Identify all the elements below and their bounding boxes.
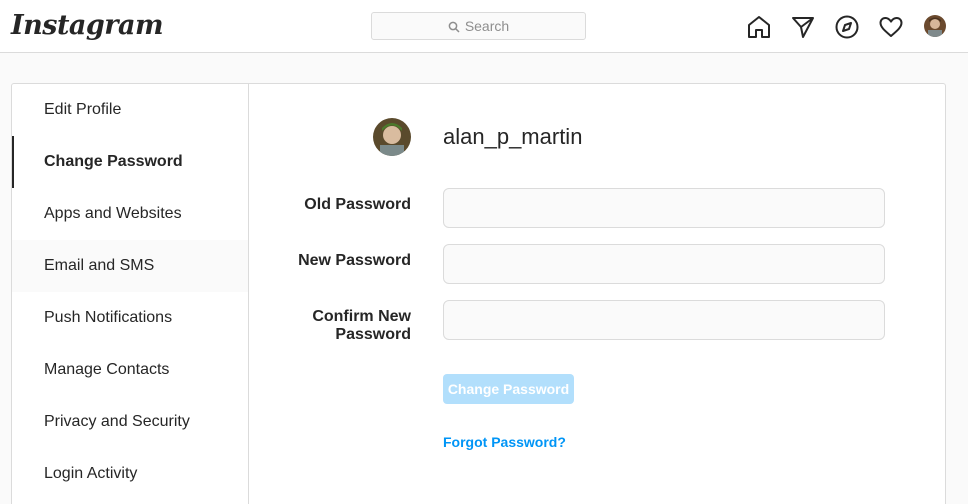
confirm-password-field[interactable] xyxy=(443,300,885,340)
profile-avatar[interactable] xyxy=(924,15,946,37)
search-placeholder: Search xyxy=(464,18,510,34)
profile-username: alan_p_martin xyxy=(443,124,583,149)
explore-icon[interactable] xyxy=(834,14,860,40)
sidebar-item-login-activity[interactable]: Login Activity xyxy=(12,448,248,500)
old-password-field[interactable] xyxy=(443,188,885,228)
confirm-password-label: Confirm New Password xyxy=(251,308,411,344)
top-nav-bar: Instagram Search xyxy=(0,0,968,53)
sidebar-item-change-password[interactable]: Change Password xyxy=(12,136,248,188)
search-icon xyxy=(448,20,460,33)
new-password-label: New Password xyxy=(298,252,411,269)
sidebar-item-apps-and-websites[interactable]: Apps and Websites xyxy=(12,188,248,240)
profile-avatar-large xyxy=(373,118,411,156)
instagram-logo[interactable]: Instagram xyxy=(11,9,164,43)
direct-message-icon[interactable] xyxy=(790,14,816,40)
home-icon[interactable] xyxy=(746,14,772,40)
change-password-button[interactable]: Change Password xyxy=(443,374,574,404)
confirm-label-line1: Confirm New xyxy=(312,308,411,325)
old-password-label: Old Password xyxy=(304,196,411,213)
sidebar-item-email-and-sms[interactable]: Email and SMS xyxy=(12,240,248,292)
new-password-field[interactable] xyxy=(443,244,885,284)
forgot-password-link[interactable]: Forgot Password? xyxy=(443,434,566,450)
sidebar-item-privacy-and-security[interactable]: Privacy and Security xyxy=(12,396,248,448)
settings-card: Edit Profile Change Password Apps and We… xyxy=(11,83,946,504)
settings-sidebar: Edit Profile Change Password Apps and We… xyxy=(12,84,249,504)
sidebar-item-manage-contacts[interactable]: Manage Contacts xyxy=(12,344,248,396)
search-input[interactable]: Search xyxy=(371,12,586,40)
sidebar-item-edit-profile[interactable]: Edit Profile xyxy=(12,84,248,136)
sidebar-item-push-notifications[interactable]: Push Notifications xyxy=(12,292,248,344)
activity-heart-icon[interactable] xyxy=(878,14,904,40)
confirm-label-line2: Password xyxy=(335,326,411,343)
